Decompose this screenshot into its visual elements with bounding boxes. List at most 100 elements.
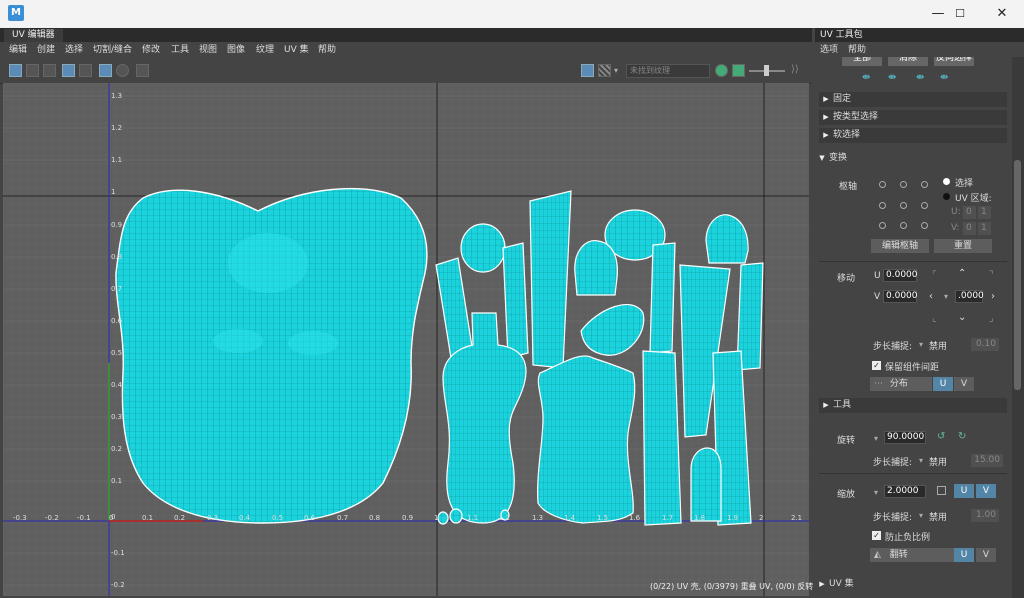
clear-selection-button[interactable]: 清除 (888, 57, 928, 66)
pivot-uv-region-radio[interactable] (943, 193, 950, 200)
grid-icon[interactable] (99, 64, 112, 77)
section-transform[interactable]: ▼ 变换 (815, 151, 1012, 166)
dropdown-arrow-icon[interactable]: ▾ (614, 66, 618, 75)
distribute-button[interactable]: ⋯ 分布 (870, 377, 932, 391)
move-v-field[interactable]: 0.0000 (883, 290, 918, 303)
uv-layout-icon[interactable] (26, 64, 39, 77)
menu-view[interactable]: 视图 (199, 44, 217, 56)
rotate-field[interactable]: 90.0000 (884, 431, 926, 444)
move-down-icon[interactable]: ⌄ (958, 313, 966, 323)
pivot-radio[interactable] (921, 181, 928, 188)
flip-v-button[interactable]: V (976, 548, 996, 562)
move-snap-mode[interactable]: 禁用 (929, 339, 947, 352)
scale-u-button[interactable]: U (954, 484, 974, 498)
move-u-field[interactable]: 0.0000 (883, 269, 918, 282)
move-up-left-icon[interactable]: ⌜ (932, 271, 937, 281)
pixel-snap-icon[interactable] (116, 64, 129, 77)
pivot-radio[interactable] (900, 181, 907, 188)
menu-cut-sew[interactable]: 切割/缝合 (93, 44, 132, 56)
move-step-dropdown-icon[interactable]: ▾ (944, 292, 948, 301)
menu-create[interactable]: 创建 (37, 44, 55, 56)
shrink-selection-icon[interactable]: ⇼ (940, 73, 948, 83)
toolkit-menu-help[interactable]: 帮助 (848, 44, 866, 56)
scale-icon[interactable] (937, 486, 946, 495)
move-right-icon[interactable]: › (991, 292, 995, 302)
frame-icon[interactable] (62, 64, 75, 77)
menu-edit[interactable]: 编辑 (9, 44, 27, 56)
move-down-right-icon[interactable]: ⌟ (989, 314, 994, 324)
rotate-snap-dropdown-icon[interactable]: ▾ (919, 456, 923, 465)
select-all-button[interactable]: 全部 (842, 57, 882, 66)
pivot-radio[interactable] (921, 202, 928, 209)
pivot-radio[interactable] (900, 202, 907, 209)
menu-texture[interactable]: 纹理 (256, 44, 274, 56)
pivot-radio[interactable] (879, 202, 886, 209)
uv-viewport[interactable]: 1.3 1.2 1.1 1 0.9 0.8 0.7 0.6 0.5 0.4 0.… (3, 83, 809, 596)
distribute-v-button[interactable]: V (954, 377, 974, 391)
pivot-v-field-0[interactable]: 0 (963, 222, 976, 235)
invert-selection-button[interactable]: 反向选择 (934, 57, 974, 66)
exposure-icon[interactable] (715, 64, 728, 77)
menu-select[interactable]: 选择 (65, 44, 83, 56)
pivot-radio[interactable] (900, 222, 907, 229)
section-pin[interactable]: ▶ 固定 (819, 92, 1007, 107)
move-snap-dropdown-icon[interactable]: ▾ (919, 340, 923, 349)
keep-spacing-checkbox[interactable]: ✓ (872, 361, 881, 370)
uv-canvas[interactable]: 1.3 1.2 1.1 1 0.9 0.8 0.7 0.6 0.5 0.4 0.… (3, 83, 809, 596)
image-display-icon[interactable] (581, 64, 594, 77)
grow-selection-icon[interactable]: ⇼ (916, 73, 924, 83)
uv-shell-icon[interactable] (9, 64, 22, 77)
menu-image[interactable]: 图像 (227, 44, 245, 56)
rotate-snap-value[interactable]: 15.00 (971, 454, 1003, 467)
uv-distortion-icon[interactable] (43, 64, 56, 77)
pivot-radio[interactable] (921, 222, 928, 229)
rotate-ccw-icon[interactable]: ↺ (937, 432, 945, 442)
move-snap-value[interactable]: 0.10 (971, 338, 999, 351)
pivot-radio[interactable] (879, 222, 886, 229)
reset-pivot-button[interactable]: 重置 (934, 239, 992, 253)
toolkit-scrollbar-thumb[interactable] (1014, 160, 1021, 390)
scale-snap-dropdown-icon[interactable]: ▾ (919, 511, 923, 520)
section-tools[interactable]: ▶ 工具 (819, 398, 1007, 413)
toolkit-menu-options[interactable]: 选项 (820, 44, 838, 56)
move-up-icon[interactable]: ⌃ (958, 269, 966, 279)
pivot-v-field-1[interactable]: 1 (978, 222, 991, 235)
distribute-u-button[interactable]: U (933, 377, 953, 391)
pivot-radio[interactable] (879, 181, 886, 188)
expand-toolbar-icon[interactable]: ⟩⟩ (791, 64, 799, 75)
menu-tools[interactable]: 工具 (171, 44, 189, 56)
edit-pivot-button[interactable]: 编辑枢轴 (871, 239, 929, 253)
move-down-left-icon[interactable]: ⌞ (932, 314, 937, 324)
menu-uv-sets[interactable]: UV 集 (284, 44, 309, 56)
texture-dropdown[interactable]: 未找到纹理 (626, 64, 710, 78)
menu-help[interactable]: 帮助 (318, 44, 336, 56)
maximize-button[interactable]: ☐ (940, 0, 980, 28)
section-soft-select[interactable]: ▶ 软选择 (819, 128, 1007, 143)
move-left-icon[interactable]: ‹ (929, 292, 933, 302)
scale-dropdown-icon[interactable]: ▾ (874, 488, 878, 497)
scale-snap-value[interactable]: 1.00 (971, 509, 999, 522)
pivot-selection-radio[interactable] (943, 178, 950, 185)
rotate-cw-icon[interactable]: ↻ (958, 432, 966, 442)
menu-modify[interactable]: 修改 (142, 44, 160, 56)
pivot-u-field-0[interactable]: 0 (963, 206, 976, 219)
scale-snap-mode[interactable]: 禁用 (929, 510, 947, 523)
close-button[interactable]: ✕ (982, 0, 1022, 28)
rotate-dropdown-icon[interactable]: ▾ (874, 434, 878, 443)
prevent-negative-checkbox[interactable]: ✓ (872, 531, 881, 540)
rotate-snap-mode[interactable]: 禁用 (929, 455, 947, 468)
section-uv-sets[interactable]: ▶ UV 集 (815, 577, 1012, 592)
move-up-right-icon[interactable]: ⌝ (989, 271, 994, 281)
gamma-slider-handle[interactable] (764, 65, 769, 76)
frame-selected-icon[interactable] (79, 64, 92, 77)
scale-v-button[interactable]: V (976, 484, 996, 498)
uv-editor-tab[interactable]: UV 编辑器 (4, 29, 63, 42)
move-step-field[interactable]: .0000 (955, 290, 984, 303)
select-border-icon[interactable]: ⇼ (888, 73, 896, 83)
flip-u-button[interactable]: U (954, 548, 974, 562)
section-select-by-type[interactable]: ▶ 按类型选择 (819, 110, 1007, 125)
checker-icon[interactable] (598, 64, 611, 77)
select-shell-icon[interactable]: ⇼ (862, 73, 870, 83)
gamma-icon[interactable] (732, 64, 745, 77)
pivot-u-field-1[interactable]: 1 (978, 206, 991, 219)
